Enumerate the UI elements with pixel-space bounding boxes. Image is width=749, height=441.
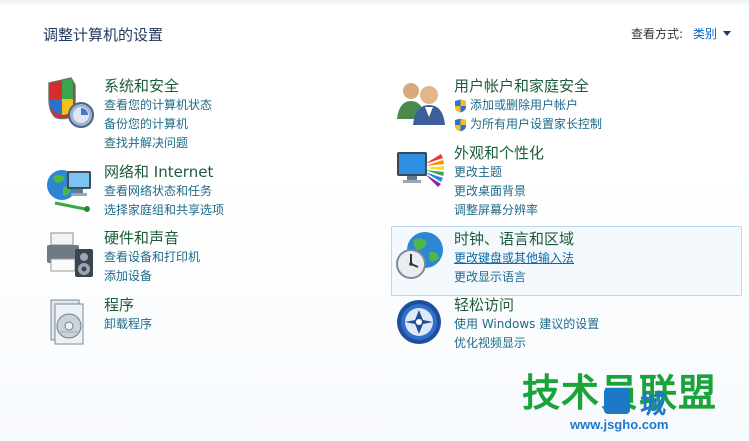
- clock-globe-icon: [396, 232, 443, 279]
- link-backup-computer[interactable]: 备份您的计算机: [104, 115, 212, 134]
- view-by-dropdown[interactable]: 类别: [693, 25, 731, 42]
- watermark-logo-icon: [604, 388, 630, 414]
- users-icon: [397, 83, 445, 125]
- link-windows-recommended-settings[interactable]: 使用 Windows 建议的设置: [454, 315, 599, 334]
- link-add-remove-accounts[interactable]: 添加或删除用户帐户: [454, 96, 602, 115]
- view-by-control: 查看方式: 类别: [631, 25, 731, 42]
- view-by-value: 类别: [692, 27, 717, 41]
- uac-shield-icon: [455, 118, 466, 131]
- link-change-display-language[interactable]: 更改显示语言: [454, 268, 574, 287]
- link-devices-printers[interactable]: 查看设备和打印机: [104, 248, 200, 267]
- link-parental-controls-label: 为所有用户设置家长控制: [470, 117, 603, 131]
- ease-of-access-icon: [397, 300, 441, 344]
- category-heading-clock-language-region[interactable]: 时钟、语言和区域: [454, 230, 574, 249]
- printer-speaker-icon: [47, 232, 93, 277]
- network-globe-icon: [47, 170, 91, 212]
- link-change-theme[interactable]: 更改主题: [454, 163, 544, 182]
- watermark-url: www.jsgho.com: [570, 417, 669, 432]
- link-view-network-status[interactable]: 查看网络状态和任务: [104, 182, 224, 201]
- category-heading-user-accounts[interactable]: 用户帐户和家庭安全: [454, 77, 602, 96]
- link-add-remove-accounts-label: 添加或删除用户帐户: [470, 98, 579, 112]
- link-change-keyboard-input[interactable]: 更改键盘或其他输入法: [454, 249, 574, 268]
- system-security-icon: [48, 77, 94, 128]
- programs-icon: [50, 299, 84, 345]
- uac-shield-icon: [455, 99, 466, 112]
- link-adjust-resolution[interactable]: 调整屏幕分辨率: [454, 201, 544, 220]
- chevron-down-icon: [723, 31, 731, 36]
- category-heading-system-security[interactable]: 系统和安全: [104, 77, 212, 96]
- category-heading-hardware-sound[interactable]: 硬件和声音: [104, 229, 200, 248]
- link-uninstall-program[interactable]: 卸载程序: [104, 315, 152, 334]
- category-heading-appearance[interactable]: 外观和个性化: [454, 144, 544, 163]
- link-optimize-video-display[interactable]: 优化视频显示: [454, 334, 599, 353]
- link-parental-controls[interactable]: 为所有用户设置家长控制: [454, 115, 602, 134]
- appearance-monitor-icon: [397, 152, 444, 187]
- link-troubleshoot[interactable]: 查找并解决问题: [104, 134, 212, 153]
- page-title: 调整计算机的设置: [43, 26, 164, 44]
- link-homegroup-sharing[interactable]: 选择家庭组和共享选项: [104, 201, 224, 220]
- category-heading-network-internet[interactable]: 网络和 Internet: [104, 163, 224, 182]
- category-heading-ease-of-access[interactable]: 轻松访问: [454, 296, 599, 315]
- link-add-device[interactable]: 添加设备: [104, 267, 200, 286]
- link-change-desktop-background[interactable]: 更改桌面背景: [454, 182, 544, 201]
- category-heading-programs[interactable]: 程序: [104, 296, 152, 315]
- view-by-label: 查看方式:: [630, 27, 683, 41]
- link-view-computer-status[interactable]: 查看您的计算机状态: [104, 96, 212, 115]
- top-strip: [0, 0, 749, 6]
